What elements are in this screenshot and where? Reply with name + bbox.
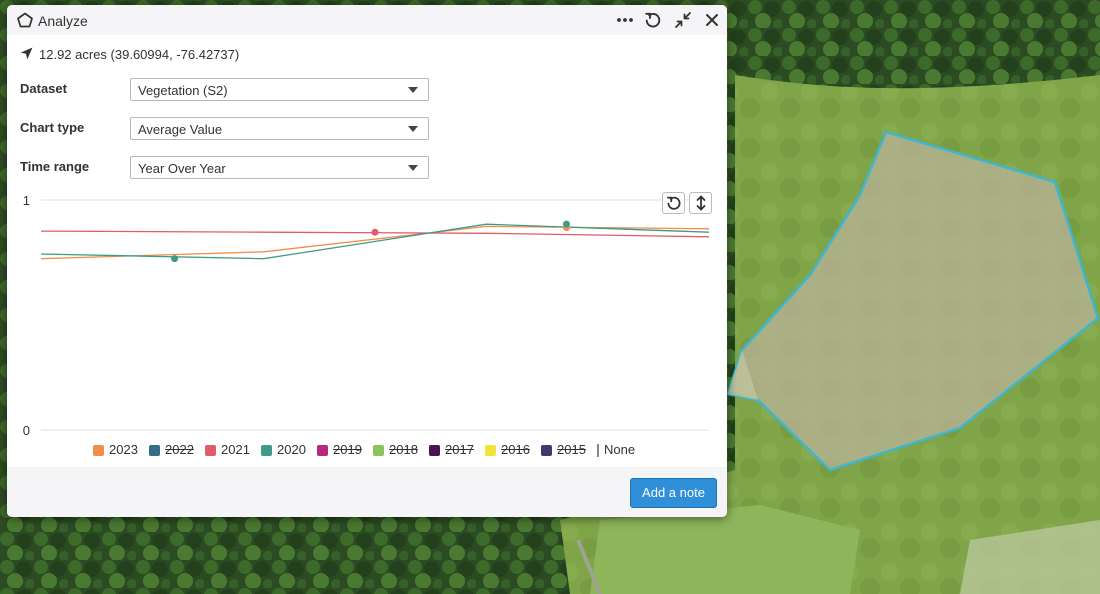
- panel-footer: Add a note: [7, 467, 727, 517]
- chevron-down-icon: [408, 126, 418, 132]
- refresh-button[interactable]: [644, 11, 662, 29]
- reset-zoom-button[interactable]: [662, 192, 685, 214]
- chart-type-value: Average Value: [138, 122, 223, 137]
- panel-header: Analyze: [7, 5, 727, 35]
- legend-label: 2019: [333, 442, 362, 457]
- legend-swatch: [149, 445, 160, 456]
- vertical-scale-icon: [696, 195, 706, 211]
- time-range-value: Year Over Year: [138, 161, 226, 176]
- location-text: 12.92 acres (39.60994, -76.42737): [39, 47, 240, 62]
- panel-title: Analyze: [38, 13, 88, 29]
- chart-type-label: Chart type: [20, 120, 85, 135]
- legend-label: 2022: [165, 442, 194, 457]
- refresh-icon: [645, 12, 661, 28]
- legend-label: 2018: [389, 442, 418, 457]
- reset-icon: [667, 196, 681, 210]
- data-point-2020[interactable]: [562, 220, 570, 228]
- collapse-button[interactable]: [674, 11, 692, 29]
- dataset-value: Vegetation (S2): [138, 83, 228, 98]
- legend-swatch: [429, 445, 440, 456]
- more-options-button[interactable]: [616, 11, 634, 29]
- legend-swatch: [373, 445, 384, 456]
- legend-label: 2016: [501, 442, 530, 457]
- legend-swatch: [597, 444, 599, 457]
- time-range-label: Time range: [20, 159, 90, 174]
- legend-swatch: [485, 445, 496, 456]
- location-arrow-icon: [20, 47, 33, 60]
- legend-swatch: [317, 445, 328, 456]
- legend-label: 2017: [445, 442, 474, 457]
- polygon-icon: [17, 12, 33, 28]
- legend-label: 2021: [221, 442, 250, 457]
- y-tick-label: 0: [23, 423, 30, 438]
- close-icon: [706, 14, 718, 26]
- legend-label: 2015: [557, 442, 586, 457]
- chevron-down-icon: [408, 87, 418, 93]
- y-tick-label: 1: [23, 193, 30, 208]
- legend-swatch: [261, 445, 272, 456]
- collapse-icon: [675, 12, 691, 28]
- vertical-scale-button[interactable]: [689, 192, 712, 214]
- legend-label: None: [604, 442, 636, 457]
- chart-type-select[interactable]: Average Value: [130, 117, 429, 140]
- close-button[interactable]: [703, 11, 721, 29]
- more-icon: [617, 18, 633, 22]
- chevron-down-icon: [408, 165, 418, 171]
- dataset-label: Dataset: [20, 81, 67, 96]
- legend-label: 2023: [109, 442, 138, 457]
- time-range-select[interactable]: Year Over Year: [130, 156, 429, 179]
- analyze-panel: Analyze 12.92 acres (39.60994, -76.42737…: [7, 5, 727, 517]
- legend-swatch: [541, 445, 552, 456]
- data-point-2021[interactable]: [371, 228, 379, 236]
- data-point-2020[interactable]: [171, 255, 179, 263]
- add-note-button[interactable]: Add a note: [630, 478, 717, 508]
- dataset-select[interactable]: Vegetation (S2): [130, 78, 429, 101]
- legend-swatch: [93, 445, 104, 456]
- line-chart: 10: [23, 193, 710, 438]
- legend-swatch: [205, 445, 216, 456]
- legend-label: 2020: [277, 442, 306, 457]
